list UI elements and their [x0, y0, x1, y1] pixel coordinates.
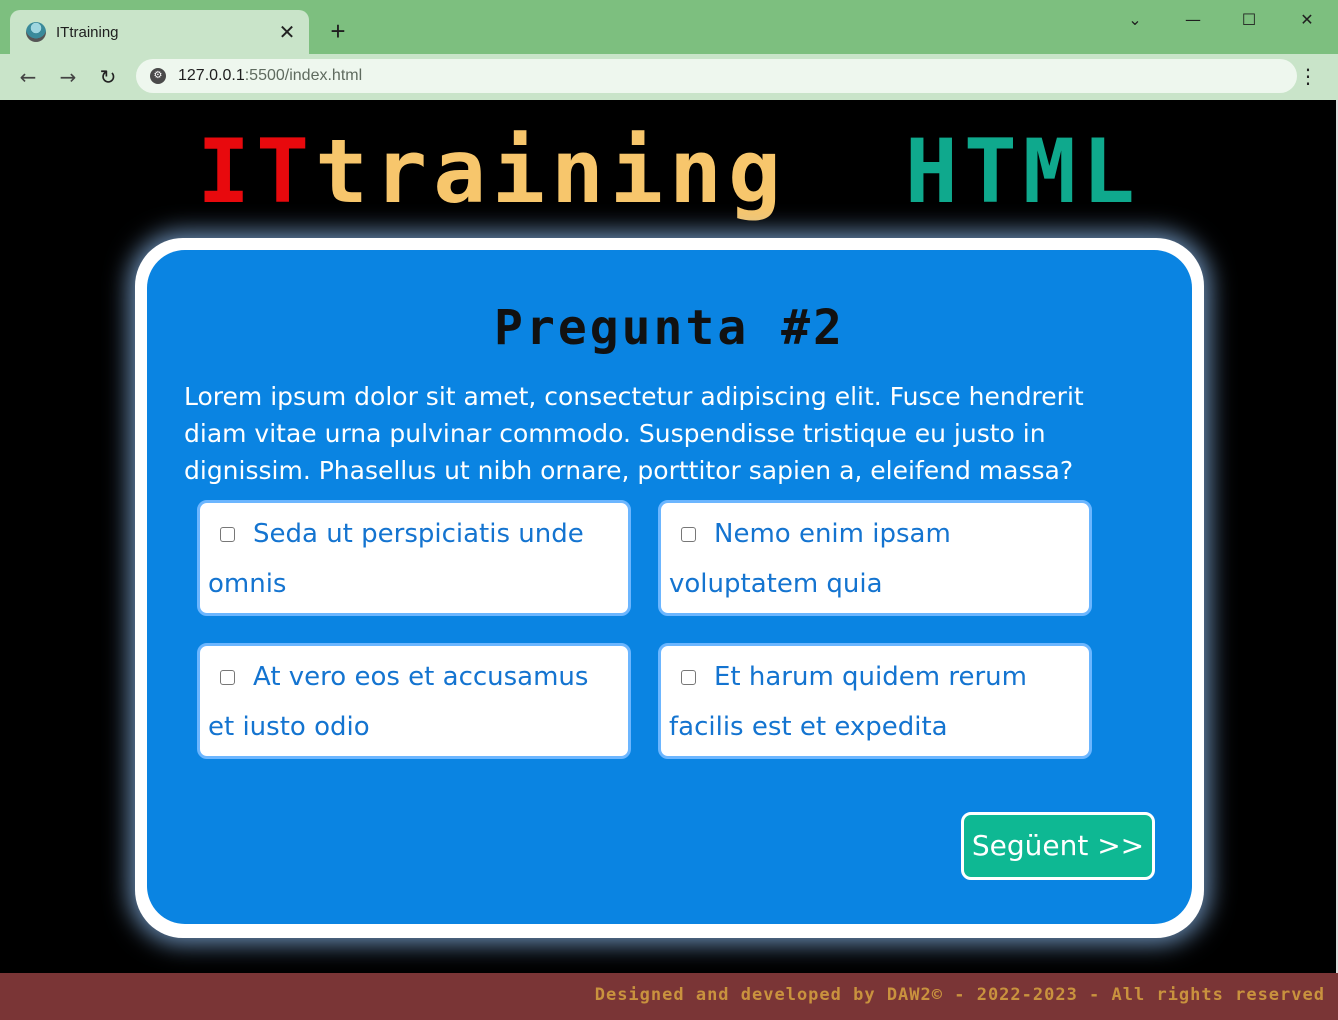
- site-favicon-icon: [26, 22, 46, 42]
- answer-label: Nemo enim ipsam voluptatem quia: [669, 519, 951, 599]
- tab-search-dropdown-icon[interactable]: ⌄: [1112, 8, 1158, 32]
- answer-option-4[interactable]: Et harum quidem rerum facilis est et exp…: [658, 643, 1092, 759]
- question-card: Pregunta #2 Lorem ipsum dolor sit amet, …: [147, 250, 1192, 924]
- answer-label: Seda ut perspiciatis unde omnis: [208, 519, 584, 599]
- maximize-button[interactable]: ☐: [1226, 8, 1272, 32]
- next-button[interactable]: Següent >>: [961, 812, 1155, 880]
- answer-checkbox[interactable]: [681, 527, 696, 542]
- question-card-frame: Pregunta #2 Lorem ipsum dolor sit amet, …: [135, 238, 1204, 938]
- reload-button[interactable]: ↻: [93, 62, 123, 92]
- url-path: :5500/index.html: [244, 67, 363, 84]
- url-host: 127.0.0.1: [178, 67, 245, 84]
- question-text: Lorem ipsum dolor sit amet, consectetur …: [184, 382, 1084, 485]
- new-tab-button[interactable]: +: [326, 17, 350, 45]
- site-logo: ITtraining HTML: [0, 122, 1338, 222]
- logo-part-html: HTML: [904, 120, 1141, 223]
- browser-tab[interactable]: ITtraining ✕: [10, 10, 309, 54]
- tab-title: ITtraining: [56, 23, 119, 41]
- logo-part-training: training: [315, 120, 787, 223]
- close-window-button[interactable]: ✕: [1284, 8, 1330, 32]
- question-title: Pregunta #2: [494, 300, 845, 356]
- answer-label: At vero eos et accusamus et iusto odio: [208, 662, 589, 742]
- browser-menu-icon[interactable]: ⋮: [1298, 62, 1318, 90]
- page-viewport: ITtraining HTML Pregunta #2 Lorem ipsum …: [0, 100, 1338, 1020]
- answer-option-3[interactable]: At vero eos et accusamus et iusto odio: [197, 643, 631, 759]
- tab-close-icon[interactable]: ✕: [277, 20, 297, 44]
- site-info-icon[interactable]: ⚙: [150, 68, 166, 84]
- answer-label: Et harum quidem rerum facilis est et exp…: [669, 662, 1027, 742]
- answer-option-1[interactable]: Seda ut perspiciatis unde omnis: [197, 500, 631, 616]
- forward-button[interactable]: →: [53, 62, 83, 92]
- answer-checkbox[interactable]: [220, 670, 235, 685]
- answer-checkbox[interactable]: [681, 670, 696, 685]
- address-bar[interactable]: ⚙ 127.0.0.1:5500/index.html: [136, 59, 1297, 93]
- logo-part-it: IT: [197, 120, 316, 223]
- answer-option-2[interactable]: Nemo enim ipsam voluptatem quia: [658, 500, 1092, 616]
- answer-checkbox[interactable]: [220, 527, 235, 542]
- back-button[interactable]: ←: [13, 62, 43, 92]
- footer: Designed and developed by DAW2© - 2022-2…: [0, 973, 1338, 1020]
- browser-titlebar: ITtraining ✕ + ⌄ — ☐ ✕: [0, 0, 1338, 54]
- minimize-button[interactable]: —: [1170, 8, 1216, 32]
- footer-credits: Designed and developed by DAW2© - 2022-2…: [594, 985, 1325, 1005]
